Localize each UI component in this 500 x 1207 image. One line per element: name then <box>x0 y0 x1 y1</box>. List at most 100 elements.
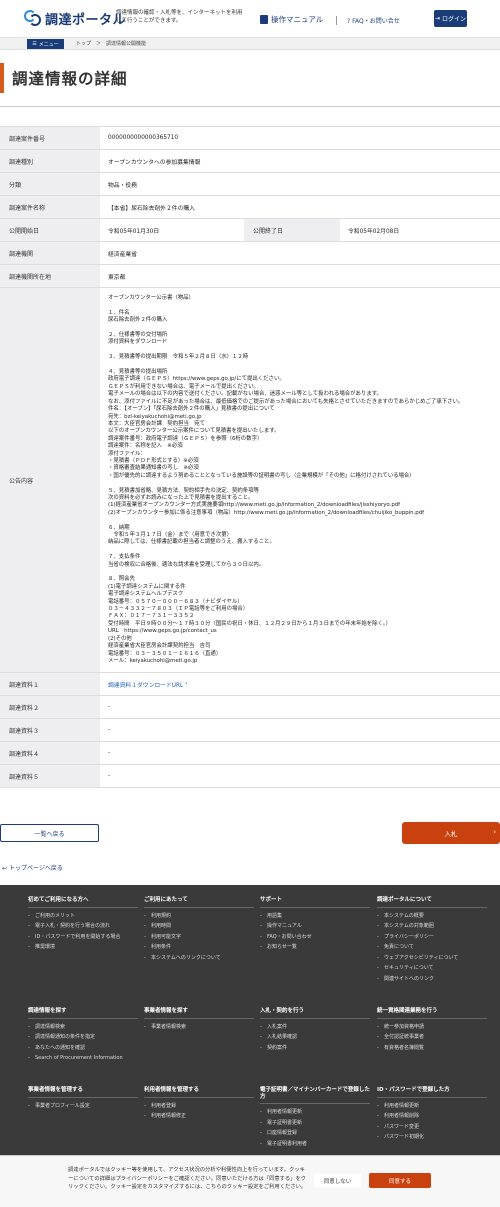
footer-col-beginners: 初めてご利用になる方へ ご利用のメリット 電子入札・契約を行う場合の流れ ID・… <box>28 897 138 955</box>
footer-link[interactable]: 本システムの対象範囲 <box>377 923 487 930</box>
title-divider <box>0 106 500 107</box>
footer-link[interactable]: 利用者情報修正 <box>144 1113 254 1120</box>
footer-link[interactable]: 利用者情報削除 <box>377 1113 487 1120</box>
footer-link[interactable]: 口座情報登録 <box>260 1130 370 1137</box>
footer-link[interactable]: 調達情報検索 <box>28 1024 138 1031</box>
doc4-label: 調達資料４ <box>0 742 100 765</box>
menu-button[interactable]: ☰ メニュー <box>27 39 64 49</box>
footer-link[interactable]: パスワード変更 <box>377 1124 487 1131</box>
footer-link[interactable]: 操作マニュアル <box>260 923 370 930</box>
doc1-label: 調達資料１ <box>0 673 100 696</box>
name-value: 【本省】尿石除去剤外２件の購入 <box>108 205 195 212</box>
breadcrumb-bar: ☰ メニュー トップ ＞ 調達情報公開機能 <box>0 38 500 50</box>
footer-link[interactable]: FAQ・お問い合わせ <box>260 934 370 941</box>
table-row: 調達機関 経済産業省 <box>0 242 500 265</box>
login-button[interactable]: ⇥ ログイン <box>434 10 467 27</box>
back-to-top-link[interactable]: ↩ トップページへ戻る <box>2 863 63 872</box>
doc2-label: 調達資料２ <box>0 696 100 719</box>
doc1-download-link[interactable]: 調達資料１ダウンロードURL <box>108 680 183 689</box>
footer-link[interactable]: ウェブアクセシビリティについて <box>377 955 487 962</box>
footer-link[interactable]: 電子証明書更新 <box>260 1120 370 1127</box>
table-row: 調達資料５ - <box>0 765 500 789</box>
footer-link[interactable]: 全付認証統事業者 <box>377 1034 487 1041</box>
footer-link[interactable]: 利用条件 <box>144 944 254 951</box>
footer-link[interactable]: 利用者登録 <box>144 1103 254 1110</box>
footer-link[interactable]: 調達情報通知の条件を指定 <box>28 1034 138 1041</box>
footer-link[interactable]: 電子入札・契約を行う場合の流れ <box>28 923 138 930</box>
footer-link[interactable]: お知らせ一覧 <box>260 944 370 951</box>
action-bar: 一覧へ戻る 入札 › <box>0 814 500 874</box>
footer-link[interactable]: 推奨環境 <box>28 944 138 951</box>
footer-link[interactable]: プライバシーポリシー <box>377 934 487 941</box>
doc3-value: - <box>108 727 111 734</box>
table-row: 公開開始日 令和05年01月30日 公開終了日 令和05年02月08日 <box>0 219 500 242</box>
site-logo[interactable]: 調達ポータル <box>24 8 126 28</box>
footer-link[interactable]: ご利用のメリット <box>28 913 138 920</box>
cookie-decline-button[interactable]: 同意しない <box>314 1174 361 1187</box>
footer-link[interactable]: 統一参加資格申請 <box>377 1024 487 1031</box>
table-row: 調達資料４ - <box>0 742 500 766</box>
footer-col-search-business: 事業者情報を探す 事業者情報検索 <box>144 1008 254 1034</box>
footer-link[interactable]: 利用規約 <box>144 913 254 920</box>
notice-body: オープンカウンター公示書（物品） １、件名 尿石除去剤外２件の購入 ２、仕様書等… <box>108 295 464 664</box>
footer-link[interactable]: 有資格者名簿閲覧 <box>377 1045 487 1052</box>
chevron-right-icon: › <box>493 828 496 837</box>
site-header: 調達ポータル 調達情報の確認・入札等を、インターネットを利用して行うことができま… <box>0 0 500 38</box>
footer-link[interactable]: 利用者情報更新 <box>377 1103 487 1110</box>
manual-link[interactable]: 操作マニュアル <box>260 14 323 25</box>
site-tagline: 調達情報の確認・入札等を、インターネットを利用して行うことができます。 <box>116 10 243 24</box>
table-row: 調達資料１ 調達資料１ダウンロードURL › <box>0 673 500 697</box>
footer-link[interactable]: パスワード初期化 <box>377 1134 487 1141</box>
footer-link[interactable]: 免責について <box>377 944 487 951</box>
footer-link[interactable]: ID・パスワードで利用を開始する場合 <box>28 934 138 941</box>
footer-col-bidding: 入札・契約を行う 入札案件 入札結果確認 契約案件 <box>260 1008 370 1055</box>
footer-link[interactable]: 利用時間 <box>144 923 254 930</box>
footer-link[interactable]: 関連サイトへのリンク <box>377 976 487 983</box>
name-label: 調達案件名称 <box>0 196 100 218</box>
back-to-list-button[interactable]: 一覧へ戻る <box>0 824 99 843</box>
footer-col-usage: ご利用にあたって 利用規約 利用時間 利用可能文字 利用条件 本システムへのリン… <box>144 897 254 965</box>
login-icon: ⇥ <box>434 15 440 22</box>
footer-link[interactable]: 入札案件 <box>260 1024 370 1031</box>
footer-link[interactable]: 事業者情報検索 <box>144 1024 254 1031</box>
bid-button[interactable]: 入札 › <box>402 822 500 845</box>
table-row: 調達種別 オープンカウンタへの参加募集情報 <box>0 150 500 173</box>
footer-link[interactable]: セキュリティについて <box>377 965 487 972</box>
footer-link[interactable]: 本システムの概要 <box>377 913 487 920</box>
footer-col-user-manage: 利用者情報を管理する 利用者登録 利用者情報修正 <box>144 1087 254 1124</box>
table-row: 調達案件番号 0000000000000365710 <box>0 127 500 150</box>
category-label: 分類 <box>0 173 100 195</box>
logo-text: 調達ポータル <box>45 12 127 28</box>
footer-col-support: サポート 用語集 操作マニュアル FAQ・お問い合わせ お知らせ一覧 <box>260 897 370 955</box>
detail-table: 調達案件番号 0000000000000365710 調達種別 オープンカウンタ… <box>0 126 500 789</box>
doc5-label: 調達資料５ <box>0 765 100 788</box>
footer-link[interactable]: 事業者プロフィール設定 <box>28 1103 138 1110</box>
start-value: 令和05年01月30日 <box>108 228 160 235</box>
logo-mark-icon <box>24 8 42 28</box>
footer-col-qualification: 統一資格関連業務を行う 統一参加資格申請 全付認証統事業者 有資格者名簿閲覧 <box>377 1008 487 1055</box>
footer-link[interactable]: 入札結果確認 <box>260 1034 370 1041</box>
org-label: 調達機関 <box>0 242 100 264</box>
footer-link[interactable]: 電子証明書利用者 <box>260 1141 370 1148</box>
location-value: 東京都 <box>108 274 126 281</box>
footer-link[interactable]: 用語集 <box>260 913 370 920</box>
footer-link[interactable]: 利用可能文字 <box>144 934 254 941</box>
end-value: 令和05年02月08日 <box>348 228 400 235</box>
footer-link[interactable]: 利用者情報更新 <box>260 1109 370 1116</box>
cookie-accept-button[interactable]: 同意する <box>369 1173 431 1188</box>
footer-link[interactable]: あなたへの通知を確認 <box>28 1045 138 1052</box>
table-row: 調達機関所在地 東京都 <box>0 265 500 288</box>
breadcrumb[interactable]: トップ ＞ 調達情報公開機能 <box>76 40 146 47</box>
book-icon <box>260 15 268 24</box>
start-label: 公開開始日 <box>0 219 100 241</box>
type-value: オープンカウンタへの参加募集情報 <box>108 159 201 166</box>
table-row: 調達資料２ - <box>0 696 500 720</box>
table-row: 調達資料３ - <box>0 719 500 743</box>
case-no-label: 調達案件番号 <box>0 127 100 149</box>
footer-link[interactable]: 本システムへのリンクについて <box>144 955 254 962</box>
location-label: 調達機関所在地 <box>0 265 100 287</box>
footer-link[interactable]: 契約案件 <box>260 1045 370 1052</box>
cookie-text: 調達ポータルではクッキー等を使用して、アクセス状況の分析や利便性向上を行っていま… <box>68 1167 307 1190</box>
faq-link[interactable]: ? FAQ・お問い合せ <box>347 16 400 25</box>
footer-link[interactable]: Search of Procurement Information <box>28 1055 138 1062</box>
